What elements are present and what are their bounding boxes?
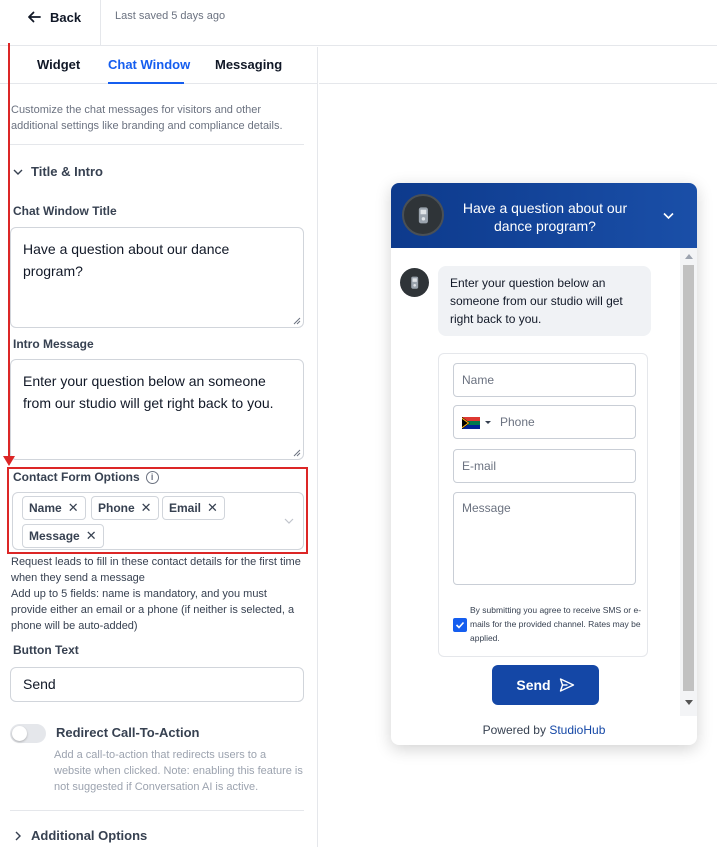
- send-icon: [559, 678, 574, 692]
- phone-field[interactable]: Phone: [453, 405, 636, 439]
- divider: [100, 0, 101, 46]
- remove-tag-icon[interactable]: ✕: [141, 500, 152, 516]
- send-button[interactable]: Send: [492, 665, 599, 705]
- toggle-knob: [12, 726, 27, 741]
- tag-name: Name ✕: [22, 496, 86, 520]
- divider: [10, 144, 304, 145]
- settings-panel: Widget Chat Window Messaging Customize t…: [0, 43, 318, 847]
- active-tab-indicator: [108, 82, 184, 84]
- intro-message-value: Enter your question below an someone fro…: [23, 373, 274, 411]
- additional-options-toggle[interactable]: Additional Options: [12, 828, 147, 843]
- tab-bar: Widget Chat Window Messaging: [0, 47, 318, 84]
- back-label: Back: [50, 9, 82, 25]
- powered-by: Powered by StudioHub: [391, 723, 697, 737]
- preview-toolbar: [319, 47, 717, 84]
- powered-brand-link[interactable]: StudioHub: [549, 723, 605, 737]
- tag-message: Message ✕: [22, 524, 104, 548]
- tab-widget[interactable]: Widget: [37, 57, 80, 72]
- powered-prefix: Powered by: [482, 723, 546, 737]
- scrollbar-thumb[interactable]: [683, 265, 694, 691]
- chat-header-title: Have a question about our dance program?: [462, 200, 628, 234]
- section-title: Additional Options: [31, 828, 148, 843]
- chevron-down-icon[interactable]: [662, 209, 675, 222]
- annotation-line: [8, 43, 10, 463]
- flag-icon[interactable]: [462, 417, 480, 429]
- last-saved-text: Last saved 5 days ago: [115, 10, 226, 22]
- send-label: Send: [516, 677, 551, 693]
- remove-tag-icon[interactable]: ✕: [207, 500, 218, 516]
- message-field[interactable]: Message: [453, 492, 636, 585]
- contact-form-options-select[interactable]: Name ✕ Phone ✕ Email ✕ Message ✕: [12, 492, 304, 550]
- tag-phone: Phone ✕: [91, 496, 159, 520]
- button-text-label: Button Text: [13, 643, 79, 657]
- avatar: [402, 194, 444, 236]
- resize-handle-icon[interactable]: [293, 317, 301, 325]
- tag-label: Name: [29, 501, 62, 515]
- tag-label: Email: [169, 501, 202, 515]
- arrow-left-icon: [28, 11, 41, 23]
- contact-form-help-1: Request leads to fill in these contact d…: [11, 556, 301, 584]
- resize-handle-icon[interactable]: [293, 449, 301, 457]
- remove-tag-icon[interactable]: ✕: [68, 500, 79, 516]
- chat-window-title-label: Chat Window Title: [13, 204, 117, 218]
- chevron-right-icon: [15, 831, 21, 840]
- contact-form-options-label: Contact Form Options i: [13, 470, 159, 484]
- name-field[interactable]: Name: [453, 363, 636, 397]
- redirect-cta-toggle[interactable]: [10, 724, 46, 743]
- redirect-cta-label: Redirect Call-To-Action: [56, 725, 200, 740]
- bot-avatar-icon: [418, 207, 428, 223]
- chat-window-title-value: Have a question about our dance program?: [23, 241, 230, 279]
- check-icon: [455, 621, 465, 629]
- intro-message-input[interactable]: Enter your question below an someone fro…: [10, 359, 304, 460]
- top-bar: Back Last saved 5 days ago: [0, 0, 717, 46]
- tag-label: Message: [29, 529, 80, 543]
- redirect-cta-description: Add a call-to-action that redirects user…: [54, 749, 303, 793]
- chat-window-title-input[interactable]: Have a question about our dance program?: [10, 227, 304, 328]
- title-intro-section-toggle[interactable]: Title & Intro: [12, 164, 103, 179]
- consent-text: By submitting you agree to receive SMS o…: [470, 605, 642, 643]
- tab-chat-window[interactable]: Chat Window: [108, 57, 190, 72]
- contact-form: Name Phone E-mail Message By submitting …: [438, 353, 648, 657]
- bot-avatar-icon: [411, 276, 418, 289]
- caret-down-icon[interactable]: [485, 421, 491, 424]
- intro-message-bubble: Enter your question below an someone fro…: [438, 266, 651, 336]
- back-button[interactable]: Back: [26, 8, 81, 26]
- consent-checkbox[interactable]: [453, 618, 467, 632]
- avatar: [400, 268, 429, 297]
- tag-label: Phone: [98, 501, 135, 515]
- divider: [10, 810, 304, 811]
- scroll-up-icon[interactable]: [685, 254, 693, 259]
- chat-widget-preview: Have a question about our dance program?…: [391, 183, 697, 745]
- preview-panel: Have a question about our dance program?…: [319, 47, 717, 847]
- tab-messaging[interactable]: Messaging: [215, 57, 282, 72]
- contact-form-options-text: Contact Form Options: [13, 470, 140, 484]
- intro-message-label: Intro Message: [13, 337, 94, 351]
- settings-description: Customize the chat messages for visitors…: [11, 104, 283, 132]
- remove-tag-icon[interactable]: ✕: [86, 528, 97, 544]
- scroll-down-icon[interactable]: [685, 700, 693, 705]
- phone-placeholder: Phone: [500, 415, 535, 429]
- info-icon[interactable]: i: [145, 470, 159, 484]
- chevron-down-icon[interactable]: [283, 515, 295, 527]
- section-title: Title & Intro: [31, 164, 103, 179]
- contact-form-help-2: Add up to 5 fields: name is mandatory, a…: [11, 588, 295, 632]
- annotation-arrow: [3, 456, 15, 466]
- chat-header: Have a question about our dance program?: [391, 183, 697, 248]
- chevron-down-icon: [13, 169, 23, 175]
- tag-email: Email ✕: [162, 496, 225, 520]
- email-field[interactable]: E-mail: [453, 449, 636, 483]
- button-text-input[interactable]: Send: [10, 667, 304, 702]
